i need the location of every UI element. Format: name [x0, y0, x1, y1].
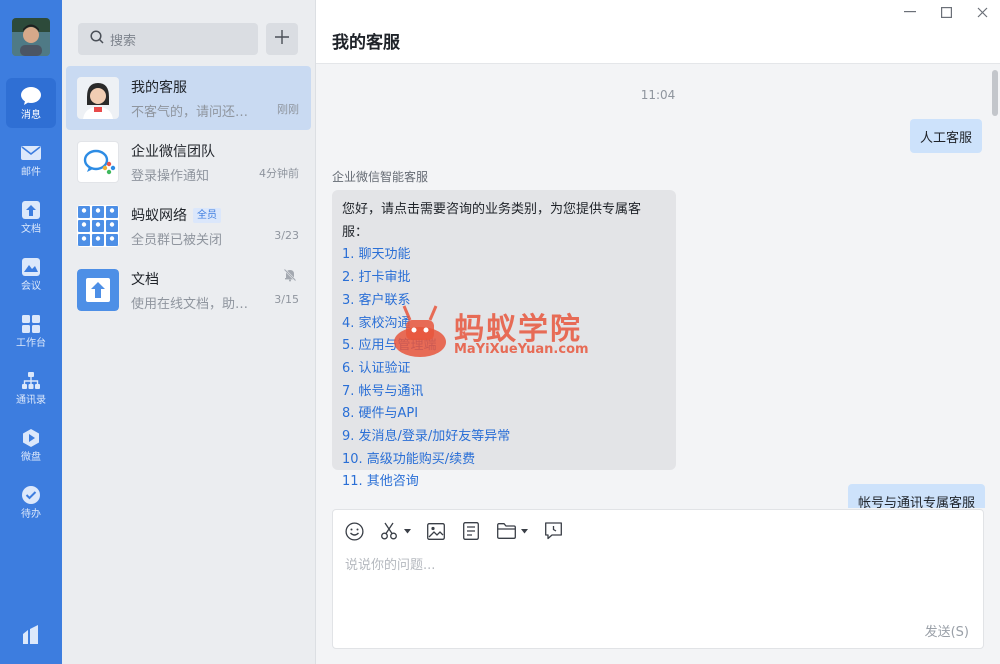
option-link-verification[interactable]: 6. 认证验证 [342, 358, 666, 381]
message-text: 您好，请点击需要咨询的业务类别，为您提供专属客服： [342, 202, 642, 240]
nav-item-drive[interactable]: 微盘 [6, 420, 56, 470]
mail-icon [20, 142, 42, 164]
conversation-time: 4分钟前 [259, 167, 299, 180]
sender-name: 企业微信智能客服 [332, 170, 429, 184]
all-staff-badge: 全员 [193, 207, 221, 223]
conversation-preview: 登录操作通知 [131, 169, 210, 184]
option-link-other[interactable]: 11. 其他咨询 [342, 471, 666, 494]
conversation-time: 刚刚 [277, 103, 299, 116]
workbench-icon [20, 313, 42, 335]
nav-label: 通讯录 [16, 394, 46, 406]
option-link-account[interactable]: 7. 帐号与通讯 [342, 381, 666, 404]
conversation-item[interactable]: 文档 使用在线文档，助力疫... 3/15 [66, 258, 311, 322]
search-placeholder: 搜索 [110, 33, 137, 49]
option-link-apps[interactable]: 5. 应用与管理端 [342, 335, 666, 358]
document-icon [20, 199, 42, 221]
outgoing-message: 帐号与通讯专属客服 [848, 484, 986, 509]
conversation-preview: 全员群已被关闭 [131, 233, 223, 248]
chat-bubble-icon [20, 85, 42, 107]
todo-icon [20, 484, 42, 506]
contacts-icon [20, 370, 42, 392]
minimize-icon[interactable] [900, 4, 920, 20]
option-link-school[interactable]: 4. 家校沟通 [342, 313, 666, 336]
option-link-hardware[interactable]: 8. 硬件与API [342, 403, 666, 426]
folder-icon[interactable] [495, 520, 517, 542]
nav-label: 消息 [21, 109, 41, 121]
emoji-icon[interactable] [343, 520, 365, 542]
mute-bell-icon [283, 268, 297, 282]
meeting-icon [20, 256, 42, 278]
conversation-name: 我的客服 [131, 80, 187, 96]
outgoing-message: 人工客服 [910, 119, 983, 153]
conversation-item[interactable]: 企业微信团队 登录操作通知 4分钟前 [66, 130, 311, 194]
nav-item-contacts[interactable]: 通讯录 [6, 363, 56, 413]
scrollbar[interactable] [992, 70, 998, 116]
nav-label: 工作台 [16, 337, 46, 349]
chat-title: 我的客服 [332, 33, 400, 53]
conversation-name: 企业微信团队 [131, 144, 215, 160]
option-link-errors[interactable]: 9. 发消息/登录/加好友等异常 [342, 426, 666, 449]
conversation-item[interactable]: 蚂蚁网络 全员 全员群已被关闭 3/23 [66, 194, 311, 258]
conversation-list-panel: 搜索 我的客服 不客气的，请问还有其... 刚刚 企业微信团队 登录操作通知 4… [62, 0, 316, 664]
chat-pane: 我的客服 11:04 人工客服 企业微信智能客服 您好，请点击需要咨询的业务类别… [316, 0, 1000, 664]
nav-item-messages[interactable]: 消息 [6, 78, 56, 128]
nav-label: 邮件 [21, 166, 41, 178]
nav-label: 待办 [21, 508, 41, 520]
message-composer: 发送(S) [332, 509, 984, 649]
conversation-item[interactable]: 我的客服 不客气的，请问还有其... 刚刚 [66, 66, 311, 130]
message-text: 人工客服 [920, 130, 973, 146]
option-link-customer[interactable]: 3. 客户联系 [342, 290, 666, 313]
conversation-name: 文档 [131, 272, 159, 288]
message-list: 11:04 人工客服 企业微信智能客服 您好，请点击需要咨询的业务类别，为您提供… [316, 64, 1000, 508]
conversation-time: 3/23 [274, 229, 299, 242]
chat-header: 我的客服 [316, 0, 1000, 64]
main-nav: 消息 邮件 文档 会议 工作台 通讯录 微盘 待办 [0, 0, 62, 664]
nav-label: 会议 [21, 280, 41, 292]
nav-item-mail[interactable]: 邮件 [6, 135, 56, 185]
search-box[interactable]: 搜索 [78, 23, 258, 55]
plus-icon [274, 29, 290, 49]
avatar [77, 77, 119, 119]
conversation-preview: 使用在线文档，助力疫... [131, 297, 259, 312]
nav-item-workbench[interactable]: 工作台 [6, 306, 56, 356]
close-icon[interactable] [972, 4, 992, 20]
nav-label: 文档 [21, 223, 41, 235]
user-avatar[interactable] [12, 18, 50, 56]
chevron-down-icon[interactable] [519, 520, 529, 542]
incoming-message: 您好，请点击需要咨询的业务类别，为您提供专属客服： 1. 聊天功能 2. 打卡审… [332, 190, 676, 489]
conversation-name: 蚂蚁网络 全员 [131, 205, 221, 225]
note-icon[interactable] [460, 520, 482, 542]
send-button[interactable]: 发送(S) [925, 621, 969, 640]
image-icon[interactable] [425, 520, 447, 542]
conversation-time: 3/15 [274, 293, 299, 306]
history-icon[interactable] [542, 520, 564, 542]
more-apps-icon[interactable] [20, 624, 42, 646]
composer-toolbar [343, 520, 577, 542]
nav-label: 微盘 [21, 451, 41, 463]
nav-item-todo[interactable]: 待办 [6, 477, 56, 527]
cloud-drive-icon [20, 427, 42, 449]
group-avatar-icon [77, 205, 119, 247]
scissors-icon[interactable] [378, 520, 400, 542]
option-link-attendance[interactable]: 2. 打卡审批 [342, 267, 666, 290]
message-text: 帐号与通讯专属客服 [858, 495, 976, 509]
option-link-purchase[interactable]: 10. 高级功能购买/续费 [342, 449, 666, 472]
message-timestamp: 11:04 [640, 88, 676, 102]
option-link-chat[interactable]: 1. 聊天功能 [342, 244, 666, 267]
add-button[interactable] [266, 23, 298, 55]
chevron-down-icon[interactable] [402, 520, 412, 542]
document-app-icon [77, 269, 119, 311]
nav-item-meeting[interactable]: 会议 [6, 249, 56, 299]
search-icon [90, 30, 104, 48]
maximize-icon[interactable] [936, 4, 956, 20]
conversation-name-text: 蚂蚁网络 [131, 208, 187, 224]
conversation-preview: 不客气的，请问还有其... [131, 105, 259, 120]
wecom-logo-icon [77, 141, 119, 183]
message-input[interactable] [345, 554, 965, 614]
nav-item-docs[interactable]: 文档 [6, 192, 56, 242]
